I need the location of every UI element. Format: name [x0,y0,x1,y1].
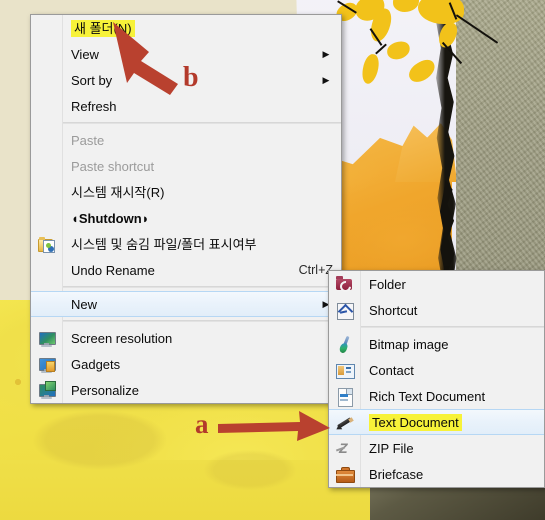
menu-item-new-folder[interactable]: 새 폴더(N) [31,15,341,41]
pencil-icon [329,409,360,435]
menu-item-icon-placeholder [31,291,62,317]
menu-item-label: 시스템 및 숨김 파일/폴더 표시여부 [71,236,257,252]
submenu-item-zip-file[interactable]: Z ZIP File [329,435,544,461]
menu-item-screen-resolution[interactable]: Screen resolution [31,325,341,351]
menu-item-icon-placeholder [31,15,62,41]
submenu-item-label: Text Document [369,413,462,431]
menu-item-icon-placeholder [31,153,62,179]
menu-item-icon-placeholder [31,127,62,153]
submenu-item-label: Folder [369,276,406,292]
submenu-separator [360,326,544,328]
menu-separator [62,320,341,322]
menu-item-icon-placeholder [31,205,62,231]
submenu-item-text-document[interactable]: Text Document [329,409,544,435]
new-submenu[interactable]: Folder Shortcut Bitmap image Contact Ric… [328,270,545,488]
rich-text-document-icon [329,383,360,409]
submenu-item-contact[interactable]: Contact [329,357,544,383]
menu-item-accelerator: Ctrl+Z [298,263,333,277]
menu-separator [62,122,341,124]
briefcase-icon [329,461,360,487]
menu-item-refresh[interactable]: Refresh [31,93,341,119]
shortcut-icon [329,297,360,323]
menu-separator [62,286,341,288]
menu-item-label: Paste [71,132,105,148]
personalize-icon [31,377,62,403]
menu-item-label: Gadgets [71,356,121,372]
menu-item-new[interactable]: New ▶ [31,291,341,317]
menu-item-icon-placeholder [31,179,62,205]
desktop-context-menu[interactable]: 새 폴더(N) View ▶ Sort by ▶ Refresh Paste P… [30,14,342,404]
menu-item-system-restart[interactable]: 시스템 재시작(R) [31,179,341,205]
submenu-item-briefcase[interactable]: Briefcase [329,461,544,487]
menu-item-icon-placeholder [31,93,62,119]
menu-item-icon-placeholder [31,257,62,283]
contact-card-icon [329,357,360,383]
folder-options-icon [31,231,62,257]
submenu-item-rich-text-document[interactable]: Rich Text Document [329,383,544,409]
submenu-item-bitmap-image[interactable]: Bitmap image [329,331,544,357]
menu-item-personalize[interactable]: Personalize [31,377,341,403]
menu-item-label: 시스템 재시작(R) [71,184,165,200]
submenu-item-label: Rich Text Document [369,388,486,404]
wallpaper-grey-strip [456,0,545,290]
menu-item-label: Paste shortcut [71,158,155,174]
menu-item-paste: Paste [31,127,341,153]
zip-file-icon: Z [329,435,360,461]
menu-item-label: Sort by [71,72,113,88]
submenu-item-label: ZIP File [369,440,414,456]
submenu-item-folder[interactable]: Folder [329,271,544,297]
menu-item-shutdown[interactable]: ◖Shutdown◗ [31,205,341,231]
menu-item-undo-rename[interactable]: Undo Rename Ctrl+Z [31,257,341,283]
submenu-item-label: Contact [369,362,414,378]
menu-item-label: Undo Rename [71,262,155,278]
submenu-item-label: Bitmap image [369,336,449,352]
submenu-item-shortcut[interactable]: Shortcut [329,297,544,323]
menu-item-paste-shortcut: Paste shortcut [31,153,341,179]
menu-item-show-hidden-files[interactable]: 시스템 및 숨김 파일/폴더 표시여부 [31,231,341,257]
menu-item-icon-placeholder [31,67,62,93]
menu-item-label: ◖Shutdown◗ [71,210,150,226]
menu-item-label: Screen resolution [71,330,173,346]
menu-item-label: View [71,46,99,62]
menu-item-label: New [71,296,98,312]
gadgets-icon [31,351,62,377]
menu-item-label: Refresh [71,98,117,114]
chevron-right-icon: ▶ [322,74,330,85]
menu-item-view[interactable]: View ▶ [31,41,341,67]
menu-item-label: 새 폴더(N) [71,19,135,37]
menu-item-gadgets[interactable]: Gadgets [31,351,341,377]
chevron-right-icon: ▶ [322,48,330,59]
menu-item-label: Personalize [71,382,139,398]
menu-item-sort-by[interactable]: Sort by ▶ [31,67,341,93]
paintbrush-icon [329,331,360,357]
submenu-item-label: Briefcase [369,466,424,482]
menu-item-icon-placeholder [31,41,62,67]
screen-resolution-icon [31,325,62,351]
folder-icon [329,271,360,297]
submenu-item-label: Shortcut [369,302,418,318]
